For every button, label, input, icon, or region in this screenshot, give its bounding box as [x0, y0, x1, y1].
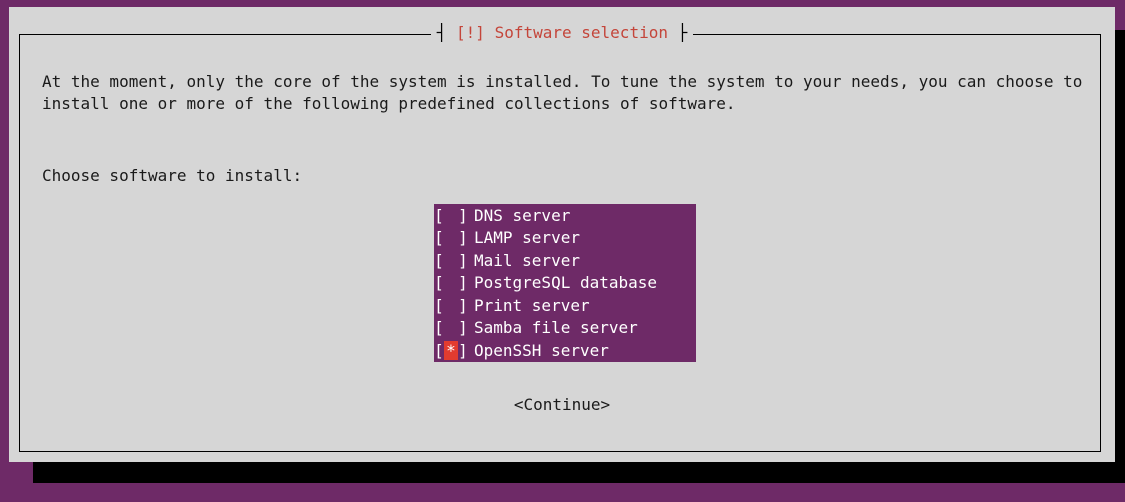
- installer-screen: ┤ [!] Software selection ├ At the moment…: [0, 0, 1125, 502]
- checkbox-close-bracket: ]: [458, 228, 468, 248]
- software-item-samba[interactable]: [ ] Samba file server: [434, 317, 696, 340]
- checkbox-open-bracket: [: [434, 228, 444, 248]
- checkbox-close-bracket: ]: [458, 205, 468, 225]
- continue-button[interactable]: <Continue>: [9, 394, 1115, 416]
- software-item-label: DNS server: [474, 205, 571, 225]
- checkbox-mark[interactable]: *: [444, 340, 458, 360]
- dialog-title-bar: ┤ [!] Software selection ├: [9, 22, 1115, 44]
- checkbox-open-bracket: [: [434, 318, 444, 338]
- software-item-print[interactable]: [ ] Print server: [434, 294, 696, 317]
- software-item-label: Mail server: [474, 250, 580, 270]
- software-item-postgresql[interactable]: [ ] PostgreSQL database: [434, 272, 696, 295]
- checkbox-close-bracket: ]: [458, 318, 468, 338]
- checkbox-mark[interactable]: [444, 273, 458, 292]
- checkbox-mark[interactable]: [444, 318, 458, 337]
- software-item-openssh[interactable]: [*] OpenSSH server: [434, 339, 696, 362]
- software-item-label: PostgreSQL database: [474, 273, 658, 293]
- checkbox-close-bracket: ]: [458, 340, 468, 360]
- intro-text: At the moment, only the core of the syst…: [42, 72, 1083, 113]
- checkbox-mark[interactable]: [444, 228, 458, 247]
- software-selection-dialog: ┤ [!] Software selection ├ At the moment…: [9, 7, 1115, 462]
- software-item-dns[interactable]: [ ] DNS server: [434, 204, 696, 227]
- checkbox-mark[interactable]: [444, 296, 458, 315]
- software-item-label: LAMP server: [474, 228, 580, 248]
- checkbox-open-bracket: [: [434, 340, 444, 360]
- dialog-title-text: Software selection: [494, 23, 668, 42]
- dialog-title: ┤ [!] Software selection ├: [430, 22, 694, 44]
- software-item-label: OpenSSH server: [474, 340, 609, 360]
- checkbox-close-bracket: ]: [458, 273, 468, 293]
- checkbox-close-bracket: ]: [458, 295, 468, 315]
- software-item-mail[interactable]: [ ] Mail server: [434, 249, 696, 272]
- checkbox-open-bracket: [: [434, 250, 444, 270]
- software-item-lamp[interactable]: [ ] LAMP server: [434, 227, 696, 250]
- software-list: [ ] DNS server [ ] LAMP server [ ] Mail ser…: [434, 204, 696, 362]
- dialog-title-prefix: [!]: [456, 23, 485, 42]
- checkbox-mark[interactable]: [444, 206, 458, 225]
- checkbox-open-bracket: [: [434, 205, 444, 225]
- software-item-label: Samba file server: [474, 318, 638, 338]
- checkbox-open-bracket: [: [434, 295, 444, 315]
- checkbox-close-bracket: ]: [458, 250, 468, 270]
- choose-prompt: Choose software to install:: [42, 166, 303, 185]
- checkbox-open-bracket: [: [434, 273, 444, 293]
- software-item-label: Print server: [474, 295, 590, 315]
- checkbox-mark[interactable]: [444, 251, 458, 270]
